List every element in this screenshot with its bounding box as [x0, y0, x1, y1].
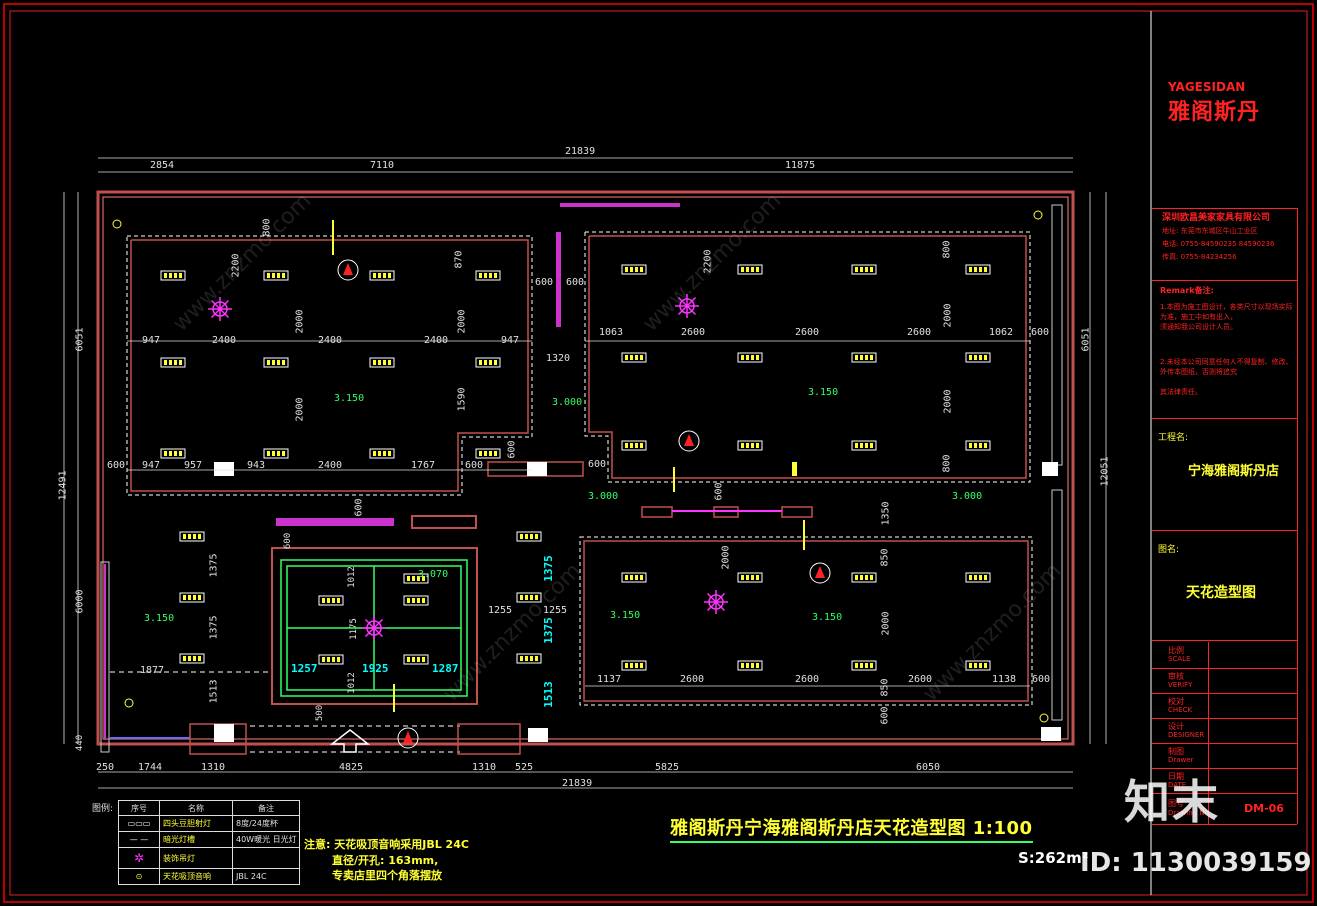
spotlight-fixture	[851, 264, 877, 275]
spotlight-fixture	[516, 653, 542, 664]
room-3-ceiling	[579, 536, 1033, 706]
spotlight-fixture	[160, 357, 186, 368]
spotlight-fixture	[851, 440, 877, 451]
spotlight-fixture	[621, 572, 647, 583]
spotlight-fixture	[621, 264, 647, 275]
spotlight-fixture	[475, 270, 501, 281]
spotlight-fixture	[621, 352, 647, 363]
ceiling-speaker-icon	[124, 698, 134, 708]
outer-frame	[3, 3, 1314, 903]
chandelier-icon	[208, 297, 232, 321]
room-2-ceiling	[584, 231, 1031, 483]
ceiling-speaker-icon	[1039, 713, 1049, 723]
speaker-icon	[678, 430, 700, 452]
room-1-ceiling	[126, 235, 533, 496]
ceiling-plan-drawing	[3, 3, 1314, 903]
spotlight-fixture	[403, 595, 429, 606]
spotlight-fixture	[318, 595, 344, 606]
inner-frame	[9, 10, 1308, 896]
spotlight-fixture	[516, 531, 542, 542]
spotlight-fixture	[179, 653, 205, 664]
spotlight-fixture	[263, 448, 289, 459]
spotlight-fixture	[516, 592, 542, 603]
speaker-icon	[337, 259, 359, 281]
spotlight-fixture	[403, 573, 429, 584]
spotlight-fixture	[965, 352, 991, 363]
chandelier-icon	[675, 294, 699, 318]
spotlight-fixture	[737, 440, 763, 451]
spotlight-fixture	[403, 654, 429, 665]
spotlight-fixture	[851, 352, 877, 363]
spotlight-fixture	[965, 440, 991, 451]
spotlight-fixture	[851, 572, 877, 583]
ceiling-speaker-icon	[1033, 210, 1043, 220]
spotlight-fixture	[369, 270, 395, 281]
spotlight-fixture	[621, 440, 647, 451]
spotlight-fixture	[475, 448, 501, 459]
spotlight-fixture	[475, 357, 501, 368]
spotlight-fixture	[851, 660, 877, 671]
ceiling-speaker-icon	[112, 219, 122, 229]
spotlight-fixture	[179, 592, 205, 603]
spotlight-fixture	[737, 572, 763, 583]
spotlight-fixture	[621, 660, 647, 671]
spotlight-fixture	[965, 264, 991, 275]
spotlight-fixture	[369, 357, 395, 368]
spotlight-fixture	[263, 357, 289, 368]
spotlight-fixture	[369, 448, 395, 459]
spotlight-fixture	[737, 660, 763, 671]
spotlight-fixture	[965, 660, 991, 671]
chandelier-icon	[704, 590, 728, 614]
spotlight-fixture	[160, 270, 186, 281]
spotlight-fixture	[318, 654, 344, 665]
spotlight-fixture	[263, 270, 289, 281]
spotlight-fixture	[737, 352, 763, 363]
spotlight-fixture	[737, 264, 763, 275]
spotlight-fixture	[160, 448, 186, 459]
speaker-icon	[809, 562, 831, 584]
chandelier-icon	[362, 616, 386, 640]
spotlight-fixture	[179, 531, 205, 542]
spotlight-fixture	[965, 572, 991, 583]
